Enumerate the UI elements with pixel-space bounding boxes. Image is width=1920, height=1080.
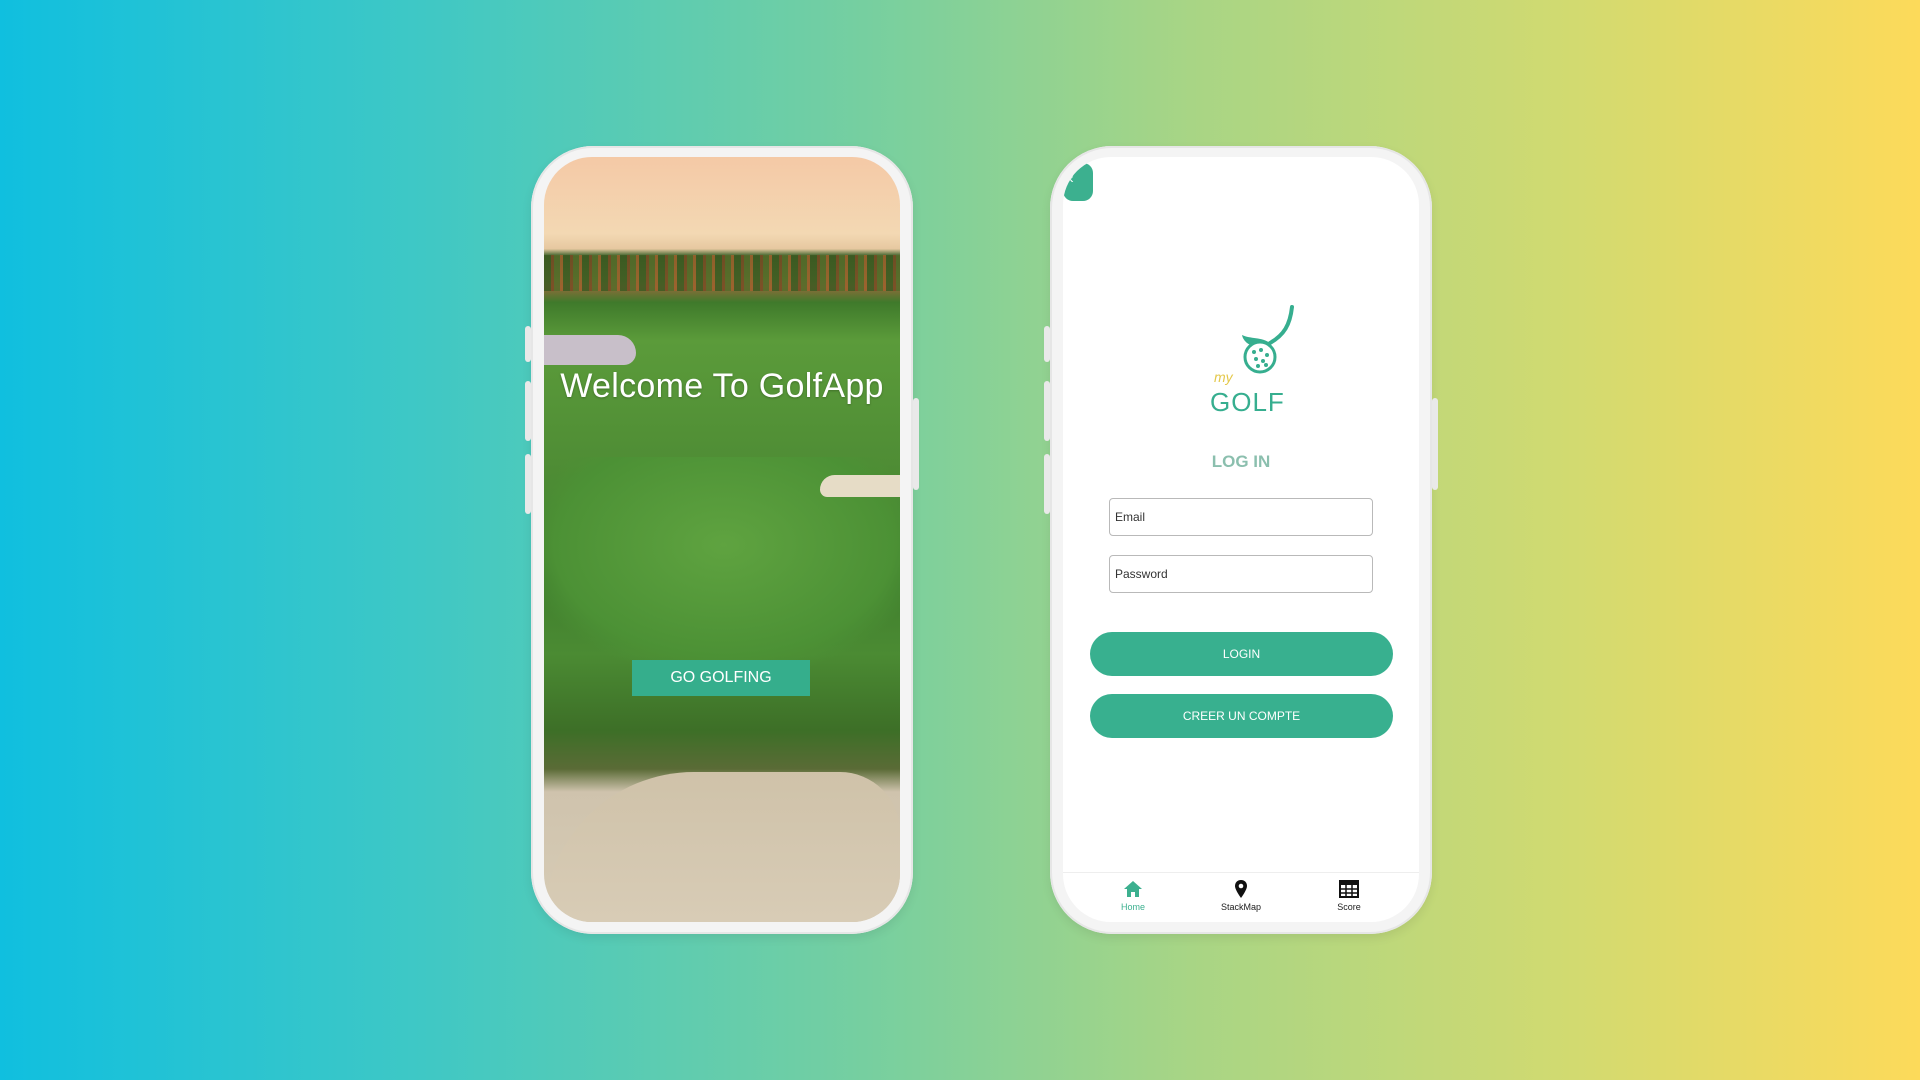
background-bunker	[820, 475, 900, 497]
tab-stackmap-label: StackMap	[1220, 902, 1262, 912]
login-heading: LOG IN	[1211, 452, 1271, 471]
tab-score-label: Score	[1337, 902, 1361, 912]
volume-up-button	[1044, 381, 1050, 441]
mute-switch	[525, 326, 531, 362]
password-field[interactable]	[1109, 555, 1373, 593]
power-button	[913, 398, 919, 490]
home-icon	[1124, 881, 1142, 897]
create-account-button[interactable]: CREER UN COMPTE	[1090, 694, 1393, 738]
volume-up-button	[525, 381, 531, 441]
welcome-screen: Welcome To GolfApp GO GOLFING	[544, 157, 900, 922]
welcome-phone-frame: Welcome To GolfApp GO GOLFING	[525, 146, 919, 934]
chevron-left-icon: ‹	[1069, 170, 1074, 186]
power-button	[1432, 398, 1438, 490]
go-golfing-button[interactable]: GO GOLFING	[632, 660, 810, 696]
tab-home[interactable]: Home	[1093, 873, 1173, 922]
tab-stackmap[interactable]: StackMap	[1201, 873, 1281, 922]
logo-wordmark: GOLF	[1210, 387, 1285, 417]
grid-table-icon	[1339, 880, 1359, 898]
volume-down-button	[1044, 454, 1050, 514]
background-pond	[544, 335, 636, 365]
background-sand-trap	[544, 772, 900, 922]
mute-switch	[1044, 326, 1050, 362]
email-field[interactable]	[1109, 498, 1373, 536]
back-button[interactable]: ‹	[1063, 163, 1093, 201]
login-phone-frame: ‹ my GOLF LOG IN LOGIN CREER UN COMPTE	[1044, 146, 1438, 934]
welcome-title: Welcome To GolfApp	[560, 367, 884, 405]
tab-home-label: Home	[1120, 902, 1145, 912]
logo-small-text: my	[1214, 369, 1233, 385]
bottom-tab-bar: Home StackMap Score	[1063, 872, 1419, 922]
map-pin-icon	[1235, 880, 1247, 898]
login-button[interactable]: LOGIN	[1090, 632, 1393, 676]
background-tree-line	[544, 255, 900, 291]
tab-score[interactable]: Score	[1309, 873, 1389, 922]
volume-down-button	[525, 454, 531, 514]
login-screen: ‹ my GOLF LOG IN LOGIN CREER UN COMPTE	[1063, 157, 1419, 922]
